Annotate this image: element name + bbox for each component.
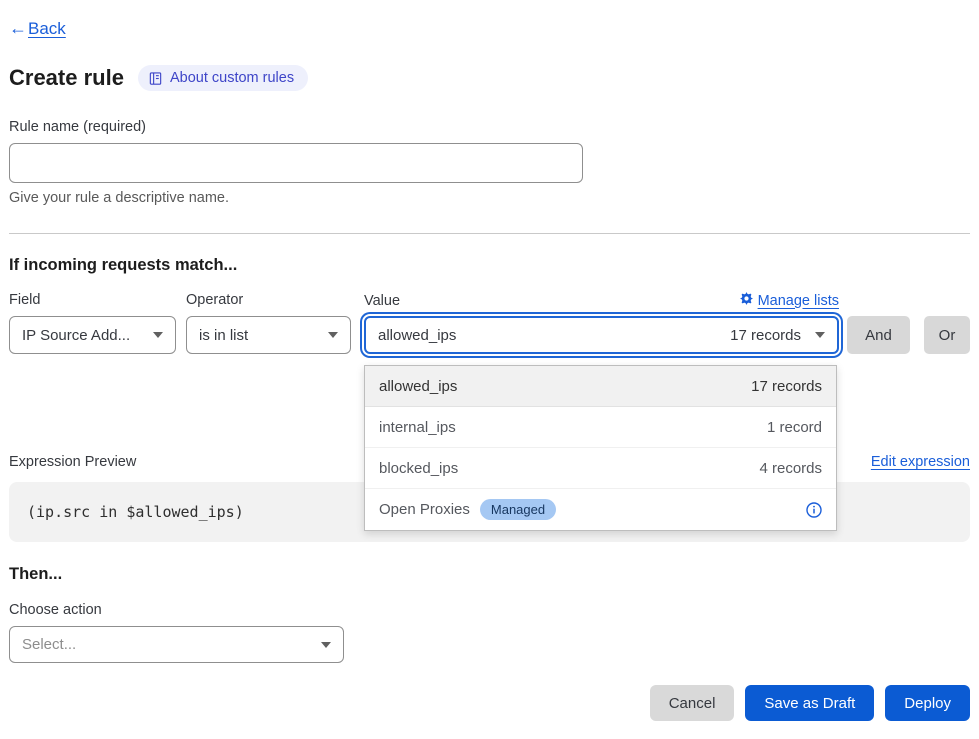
gear-icon <box>740 292 753 309</box>
chevron-down-icon <box>321 642 331 648</box>
rule-name-helper: Give your rule a descriptive name. <box>9 190 970 206</box>
operator-select[interactable]: is in list <box>186 316 351 354</box>
about-badge-label: About custom rules <box>170 70 294 86</box>
option-meta: 17 records <box>751 378 822 395</box>
back-link[interactable]: ← Back <box>9 18 66 39</box>
value-dropdown-panel: allowed_ips 17 records internal_ips 1 re… <box>364 365 837 531</box>
match-section-heading: If incoming requests match... <box>9 256 970 275</box>
rule-name-input[interactable] <box>9 143 583 183</box>
option-name: internal_ips <box>379 419 456 436</box>
book-icon <box>148 71 163 86</box>
dropdown-option-blocked-ips[interactable]: blocked_ips 4 records <box>365 448 836 489</box>
chevron-down-icon <box>328 332 338 338</box>
control-labels-row: Field Operator Value Manage lists <box>9 292 970 309</box>
match-controls: Field Operator Value Manage lists IP Sou <box>9 292 970 354</box>
action-select[interactable]: Select... <box>9 626 344 663</box>
then-heading: Then... <box>9 565 970 584</box>
value-select[interactable]: allowed_ips 17 records <box>364 316 839 354</box>
action-select-placeholder: Select... <box>22 636 76 653</box>
about-custom-rules-badge[interactable]: About custom rules <box>138 65 308 91</box>
or-button[interactable]: Or <box>924 316 970 354</box>
dropdown-option-internal-ips[interactable]: internal_ips 1 record <box>365 407 836 448</box>
back-label: Back <box>28 19 66 39</box>
option-meta: 1 record <box>767 419 822 436</box>
operator-label: Operator <box>186 292 351 309</box>
edit-expression-link[interactable]: Edit expression <box>871 454 970 470</box>
managed-badge: Managed <box>480 499 556 520</box>
expression-code: (ip.src in $allowed_ips) <box>27 503 244 521</box>
create-rule-page: ← Back Create rule About custom rules Ru… <box>0 0 979 721</box>
option-name: allowed_ips <box>379 378 457 395</box>
section-divider <box>9 233 970 234</box>
option-name: blocked_ips <box>379 460 458 477</box>
value-select-right: 17 records <box>730 327 825 344</box>
chevron-down-icon <box>153 332 163 338</box>
back-row: ← Back <box>9 18 970 39</box>
title-row: Create rule About custom rules <box>9 65 970 91</box>
save-as-draft-button[interactable]: Save as Draft <box>745 685 874 721</box>
option-name-group: Open Proxies Managed <box>379 499 556 520</box>
value-select-meta: 17 records <box>730 327 801 344</box>
info-icon[interactable] <box>806 502 822 518</box>
option-meta: 4 records <box>759 460 822 477</box>
value-label-row: Value Manage lists <box>364 292 839 309</box>
footer-actions: Cancel Save as Draft Deploy <box>9 685 970 721</box>
field-select-value: IP Source Add... <box>22 327 130 344</box>
option-name: Open Proxies <box>379 501 470 518</box>
expression-preview-label: Expression Preview <box>9 454 136 470</box>
and-button[interactable]: And <box>847 316 910 354</box>
cancel-button[interactable]: Cancel <box>650 685 735 721</box>
operator-select-value: is in list <box>199 327 248 344</box>
chevron-down-icon <box>815 332 825 338</box>
arrow-left-icon: ← <box>9 18 27 39</box>
manage-lists-label: Manage lists <box>758 293 839 309</box>
dropdown-option-allowed-ips[interactable]: allowed_ips 17 records <box>365 366 836 407</box>
field-label: Field <box>9 292 176 309</box>
value-select-name: allowed_ips <box>378 327 456 344</box>
page-title: Create rule <box>9 65 124 91</box>
deploy-button[interactable]: Deploy <box>885 685 970 721</box>
value-label: Value <box>364 293 400 309</box>
control-selects-row: IP Source Add... is in list allowed_ips … <box>9 316 970 354</box>
field-select[interactable]: IP Source Add... <box>9 316 176 354</box>
manage-lists-link[interactable]: Manage lists <box>740 292 839 309</box>
dropdown-option-open-proxies[interactable]: Open Proxies Managed <box>365 489 836 530</box>
rule-name-label: Rule name (required) <box>9 119 970 135</box>
choose-action-label: Choose action <box>9 602 970 618</box>
